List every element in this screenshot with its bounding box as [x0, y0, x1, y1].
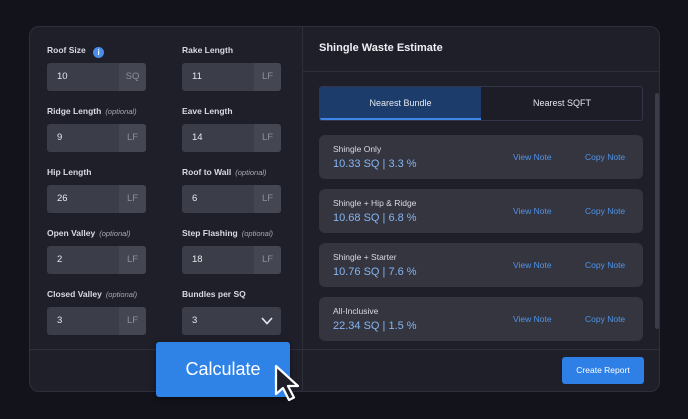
- eave-length-value[interactable]: 14: [192, 124, 203, 152]
- ridge-length-value[interactable]: 9: [57, 124, 62, 152]
- tab-nearest-bundle[interactable]: Nearest Bundle: [320, 87, 481, 120]
- view-note-link[interactable]: View Note: [513, 260, 552, 270]
- tab-nearest-sqft[interactable]: Nearest SQFT: [481, 87, 642, 120]
- ridge-length-unit: LF: [119, 124, 146, 152]
- result-shingle-only: Shingle Only 10.33 SQ | 3.3 % View Note …: [319, 135, 643, 179]
- rake-length-input[interactable]: 11 LF: [182, 63, 281, 91]
- estimator-panel: Roof Size i 10 SQ Rake Length 11 LF Ridg…: [29, 26, 660, 392]
- result-name: Shingle + Hip & Ridge: [333, 198, 417, 208]
- roof-size-label: Roof Size: [47, 45, 86, 55]
- result-value: 10.76 SQ | 7.6 %: [333, 266, 417, 278]
- info-icon[interactable]: i: [93, 47, 105, 58]
- rake-length-unit: LF: [254, 63, 281, 91]
- rake-length-label: Rake Length: [182, 45, 234, 55]
- roof-to-wall-value[interactable]: 6: [192, 185, 197, 213]
- optional-tag: (optional): [99, 229, 131, 238]
- view-note-link[interactable]: View Note: [513, 152, 552, 162]
- bundles-per-sq-value[interactable]: 3: [192, 307, 197, 335]
- open-valley-unit: LF: [119, 246, 146, 274]
- optional-tag: (optional): [105, 290, 138, 299]
- roof-to-wall-label: Roof to Wall: [182, 167, 232, 177]
- ridge-length-field: Ridge Length (optional) 9 LF: [47, 105, 147, 152]
- roof-to-wall-field: Roof to Wall (optional) 6 LF: [182, 166, 282, 213]
- ridge-length-input[interactable]: 9 LF: [47, 124, 146, 152]
- optional-tag: (optional): [235, 168, 267, 177]
- calculate-button[interactable]: Calculate: [156, 342, 290, 397]
- copy-note-link[interactable]: Copy Note: [585, 260, 625, 270]
- rounding-tabs: Nearest Bundle Nearest SQFT: [319, 86, 643, 121]
- result-value: 10.68 SQ | 6.8 %: [333, 212, 417, 224]
- panel-divider: [302, 27, 303, 391]
- step-flashing-field: Step Flashing (optional) 18 LF: [182, 227, 282, 274]
- roof-to-wall-unit: LF: [254, 185, 281, 213]
- hip-length-value[interactable]: 26: [57, 185, 68, 213]
- chevron-down-icon[interactable]: [261, 316, 273, 326]
- roof-size-input[interactable]: 10 SQ: [47, 63, 146, 91]
- hip-length-label: Hip Length: [47, 167, 92, 177]
- result-shingle-hip-ridge: Shingle + Hip & Ridge 10.68 SQ | 6.8 % V…: [319, 189, 643, 233]
- result-name: Shingle + Starter: [333, 252, 397, 262]
- closed-valley-label: Closed Valley: [47, 289, 102, 299]
- eave-length-field: Eave Length 14 LF: [182, 105, 282, 152]
- hip-length-unit: LF: [119, 185, 146, 213]
- result-all-inclusive: All-Inclusive 22.34 SQ | 1.5 % View Note…: [319, 297, 643, 341]
- step-flashing-input[interactable]: 18 LF: [182, 246, 281, 274]
- roof-size-field: Roof Size i 10 SQ: [47, 44, 147, 91]
- closed-valley-input[interactable]: 3 LF: [47, 307, 146, 335]
- open-valley-value[interactable]: 2: [57, 246, 62, 274]
- estimate-footer-divider: [303, 349, 659, 350]
- copy-note-link[interactable]: Copy Note: [585, 314, 625, 324]
- results-scrollbar[interactable]: [655, 93, 659, 329]
- rake-length-field: Rake Length 11 LF: [182, 44, 282, 91]
- ridge-length-label: Ridge Length: [47, 106, 102, 116]
- estimate-header-divider: [303, 71, 659, 72]
- closed-valley-field: Closed Valley (optional) 3 LF: [47, 288, 147, 335]
- hip-length-input[interactable]: 26 LF: [47, 185, 146, 213]
- roof-size-value[interactable]: 10: [57, 63, 68, 91]
- open-valley-input[interactable]: 2 LF: [47, 246, 146, 274]
- roof-size-unit: SQ: [119, 63, 146, 91]
- copy-note-link[interactable]: Copy Note: [585, 152, 625, 162]
- estimate-title: Shingle Waste Estimate: [319, 42, 443, 54]
- hip-length-field: Hip Length 26 LF: [47, 166, 147, 213]
- eave-length-unit: LF: [254, 124, 281, 152]
- copy-note-link[interactable]: Copy Note: [585, 206, 625, 216]
- step-flashing-value[interactable]: 18: [192, 246, 203, 274]
- bundles-per-sq-select[interactable]: 3: [182, 307, 281, 335]
- input-form: Roof Size i 10 SQ Rake Length 11 LF Ridg…: [30, 27, 302, 349]
- bundles-per-sq-label: Bundles per SQ: [182, 289, 246, 299]
- step-flashing-unit: LF: [254, 246, 281, 274]
- step-flashing-label: Step Flashing: [182, 228, 238, 238]
- open-valley-label: Open Valley: [47, 228, 96, 238]
- result-value: 22.34 SQ | 1.5 %: [333, 320, 417, 332]
- result-shingle-starter: Shingle + Starter 10.76 SQ | 7.6 % View …: [319, 243, 643, 287]
- result-name: All-Inclusive: [333, 306, 379, 316]
- open-valley-field: Open Valley (optional) 2 LF: [47, 227, 147, 274]
- optional-tag: (optional): [105, 107, 137, 116]
- result-value: 10.33 SQ | 3.3 %: [333, 158, 417, 170]
- eave-length-input[interactable]: 14 LF: [182, 124, 281, 152]
- rake-length-value[interactable]: 11: [192, 63, 202, 91]
- result-name: Shingle Only: [333, 144, 382, 154]
- bundles-per-sq-field: Bundles per SQ 3: [182, 288, 282, 335]
- closed-valley-value[interactable]: 3: [57, 307, 62, 335]
- create-report-button[interactable]: Create Report: [562, 357, 644, 384]
- optional-tag: (optional): [241, 229, 274, 238]
- cursor-arrow-icon: [274, 364, 300, 402]
- view-note-link[interactable]: View Note: [513, 206, 552, 216]
- eave-length-label: Eave Length: [182, 106, 233, 116]
- view-note-link[interactable]: View Note: [513, 314, 552, 324]
- roof-to-wall-input[interactable]: 6 LF: [182, 185, 281, 213]
- closed-valley-unit: LF: [119, 307, 146, 335]
